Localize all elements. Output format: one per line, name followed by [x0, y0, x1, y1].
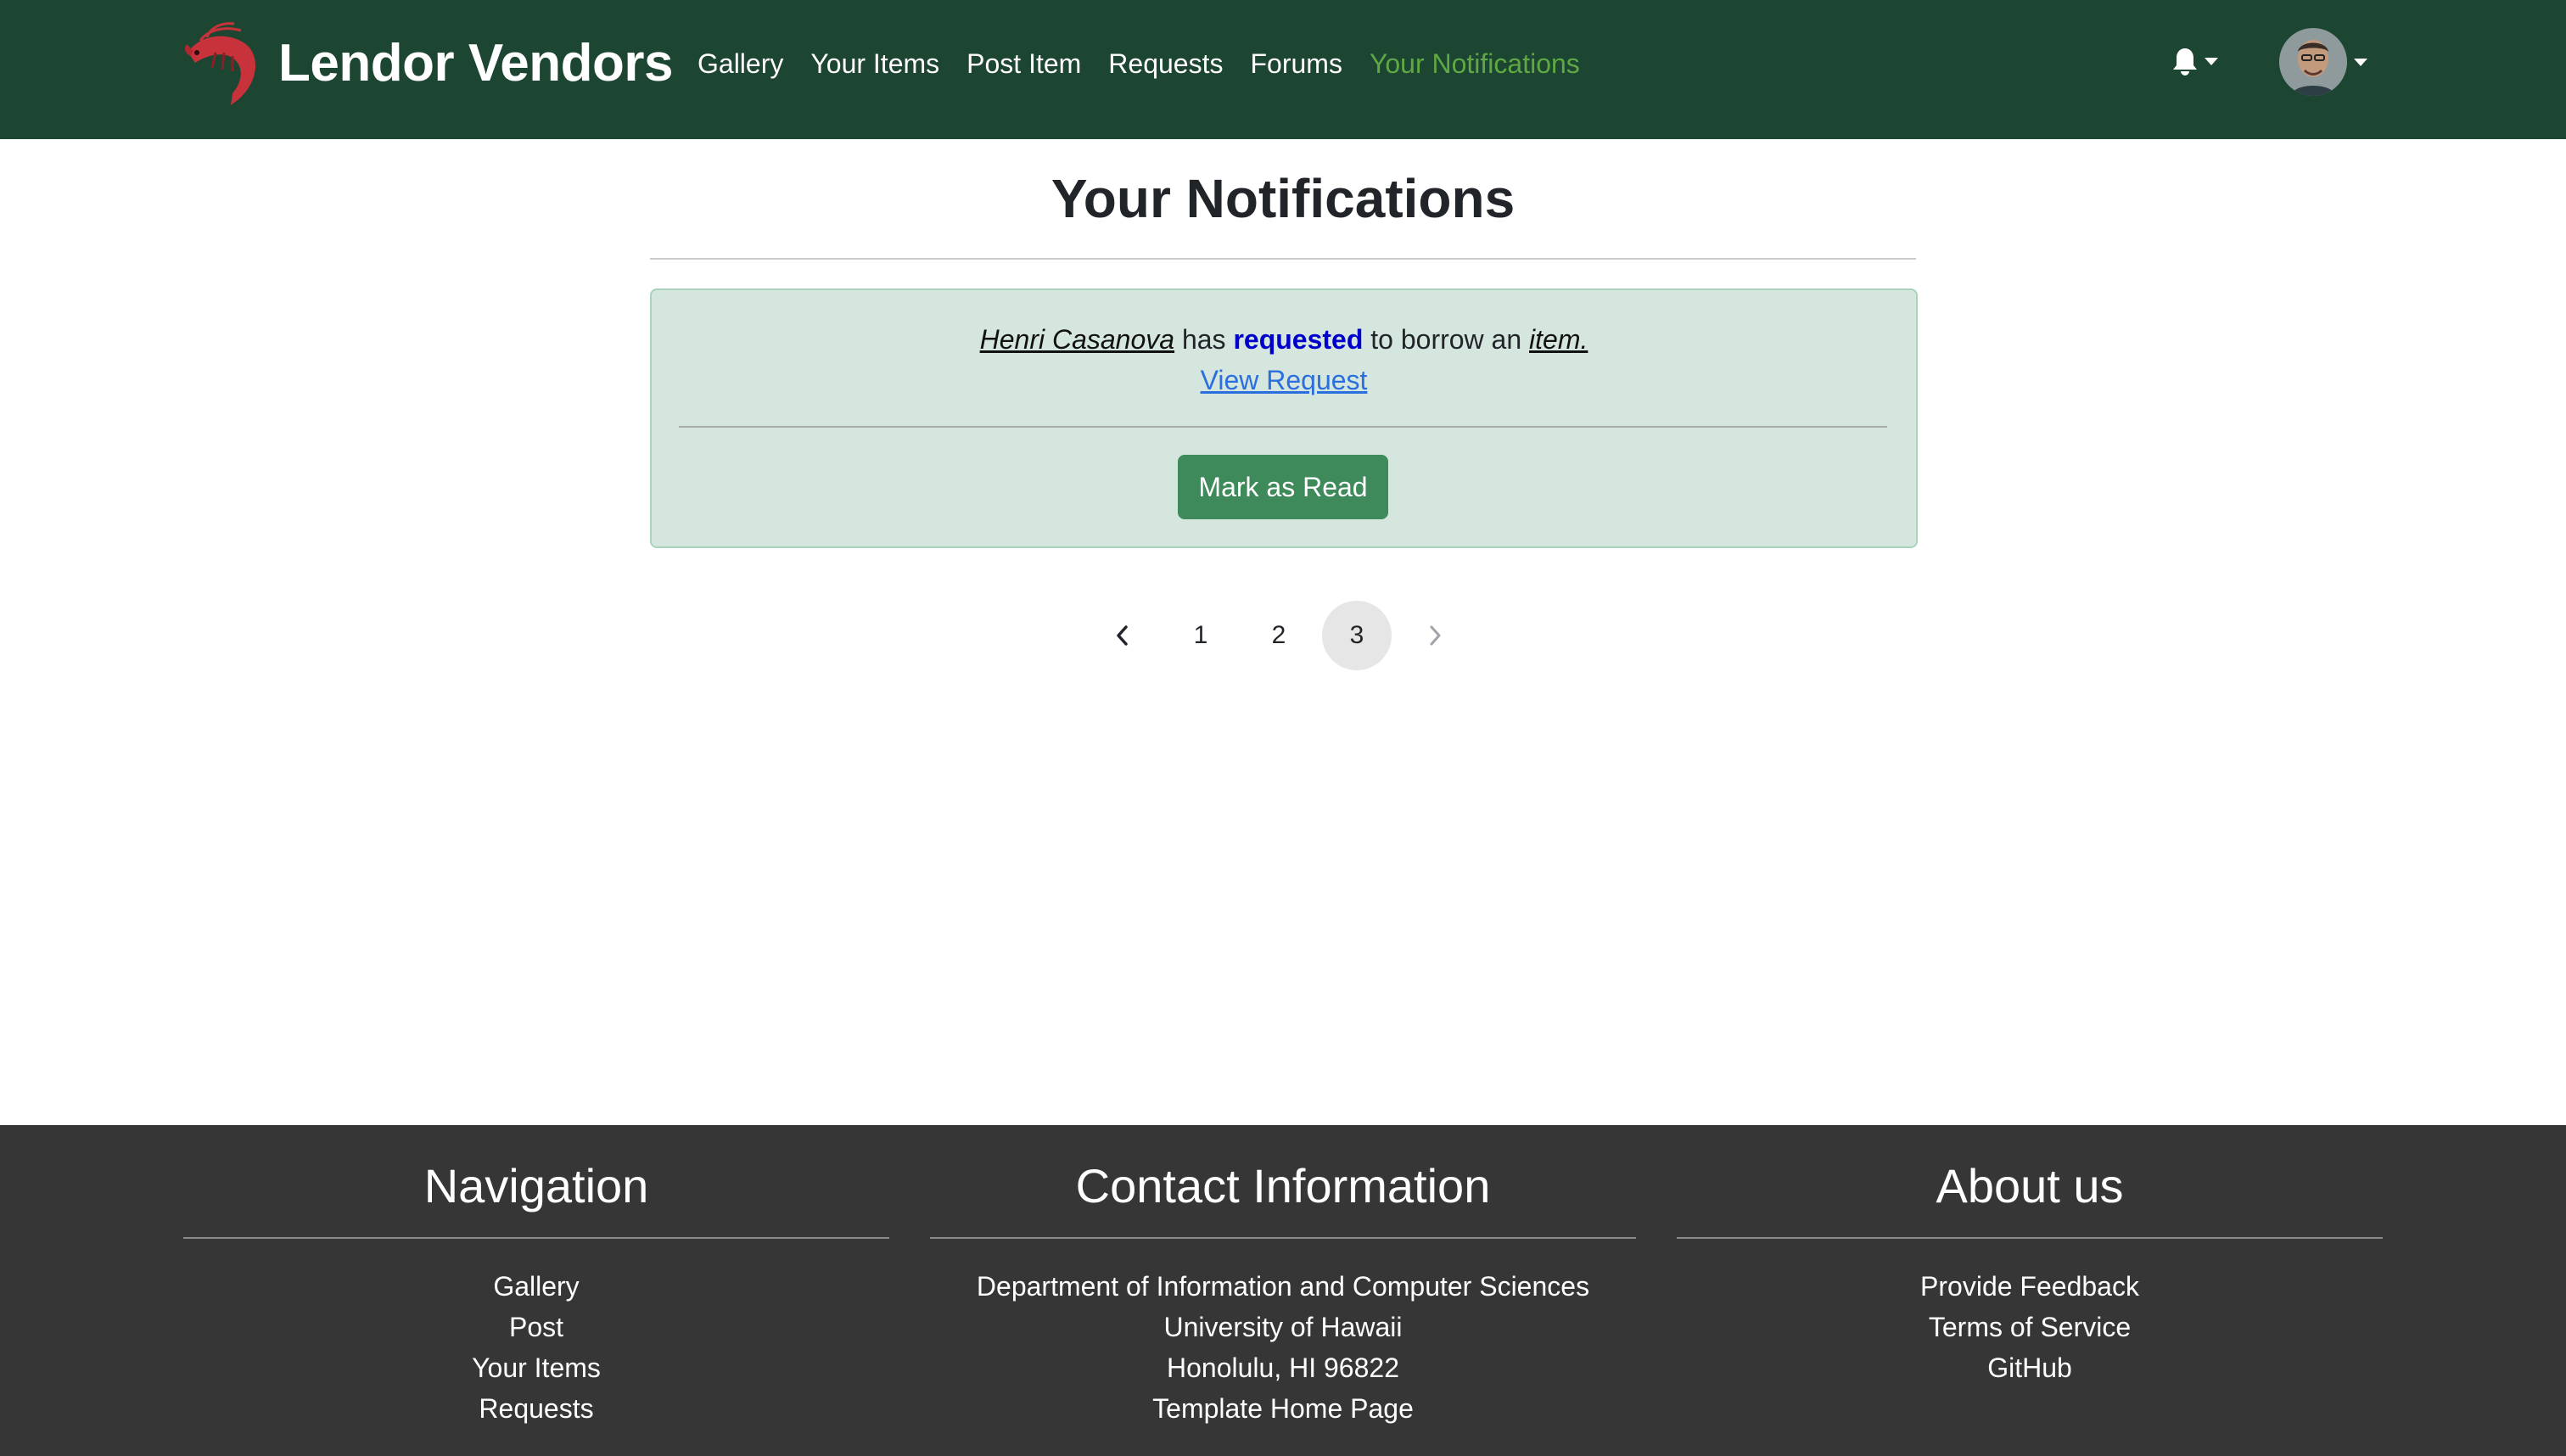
- footer-link-post[interactable]: Post: [183, 1307, 889, 1347]
- footer-divider: [1677, 1237, 2383, 1239]
- pagination-next[interactable]: [1400, 601, 1470, 670]
- footer-navigation-list: Gallery Post Your Items Requests: [183, 1266, 889, 1429]
- footer-link-gallery[interactable]: Gallery: [183, 1266, 889, 1307]
- footer: Navigation Gallery Post Your Items Reque…: [0, 1125, 2566, 1456]
- requester-link[interactable]: Henri Casanova: [980, 324, 1174, 355]
- chevron-right-icon: [1430, 625, 1441, 646]
- mark-as-read-button[interactable]: Mark as Read: [1178, 455, 1388, 519]
- nav-link-post-item[interactable]: Post Item: [966, 48, 1081, 80]
- chevron-down-icon: [2354, 58, 2367, 66]
- footer-link-github[interactable]: GitHub: [1677, 1347, 2383, 1388]
- footer-contact-title: Contact Information: [1075, 1159, 1491, 1212]
- notification-card: Henri Casanova has requested to borrow a…: [650, 288, 1918, 548]
- footer-link-your-items[interactable]: Your Items: [183, 1347, 889, 1388]
- user-menu-dropdown[interactable]: [2279, 27, 2367, 97]
- nav-link-gallery[interactable]: Gallery: [698, 48, 783, 80]
- shrimp-logo-icon: [184, 22, 256, 105]
- footer-link-template-home[interactable]: Template Home Page: [930, 1388, 1636, 1429]
- view-request-row: View Request: [652, 361, 1916, 399]
- pagination: 1 2 3: [1088, 601, 1478, 670]
- footer-about-title: About us: [1936, 1159, 2124, 1212]
- footer-contact-list: Department of Information and Computer S…: [930, 1266, 1636, 1429]
- notifications-dropdown[interactable]: [2172, 44, 2218, 78]
- message-text-middle: to borrow an: [1370, 324, 1522, 355]
- top-navbar: Lendor Vendors Gallery Your Items Post I…: [0, 0, 2566, 139]
- footer-navigation-title: Navigation: [423, 1159, 649, 1212]
- view-request-link[interactable]: View Request: [1201, 365, 1368, 395]
- title-divider: [650, 258, 1916, 260]
- nav-link-your-items[interactable]: Your Items: [810, 48, 939, 80]
- contact-address: Honolulu, HI 96822: [1167, 1352, 1399, 1383]
- page-title: Your Notifications: [1050, 168, 1516, 229]
- footer-link-feedback[interactable]: Provide Feedback: [1677, 1266, 2383, 1307]
- nav-link-requests[interactable]: Requests: [1108, 48, 1223, 80]
- contact-department: Department of Information and Computer S…: [976, 1271, 1590, 1302]
- message-action: requested: [1233, 324, 1364, 355]
- footer-divider: [183, 1237, 889, 1239]
- avatar: [2279, 28, 2347, 96]
- item-link[interactable]: item.: [1529, 324, 1588, 355]
- message-text-has: has: [1181, 324, 1226, 355]
- nav-link-your-notifications[interactable]: Your Notifications: [1370, 48, 1580, 80]
- brand-name: Lendor Vendors: [278, 33, 673, 92]
- pagination-prev[interactable]: [1088, 601, 1157, 670]
- pagination-page-1[interactable]: 1: [1166, 601, 1235, 670]
- brand-home-link[interactable]: Lendor Vendors: [182, 19, 673, 107]
- card-divider: [679, 426, 1887, 428]
- footer-divider: [930, 1237, 1636, 1239]
- notification-message: Henri Casanova has requested to borrow a…: [652, 321, 1916, 358]
- footer-about-list: Provide Feedback Terms of Service GitHub: [1677, 1266, 2383, 1388]
- chevron-down-icon: [2205, 57, 2218, 65]
- pagination-page-3-current[interactable]: 3: [1322, 601, 1392, 670]
- chevron-left-icon: [1117, 625, 1128, 646]
- footer-link-requests[interactable]: Requests: [183, 1388, 889, 1429]
- main-nav: Gallery Your Items Post Item Requests Fo…: [698, 41, 1580, 87]
- pagination-page-2[interactable]: 2: [1244, 601, 1314, 670]
- nav-link-forums[interactable]: Forums: [1250, 48, 1342, 80]
- footer-link-terms[interactable]: Terms of Service: [1677, 1307, 2383, 1347]
- contact-university: University of Hawaii: [1163, 1312, 1403, 1342]
- bell-icon: [2173, 48, 2197, 76]
